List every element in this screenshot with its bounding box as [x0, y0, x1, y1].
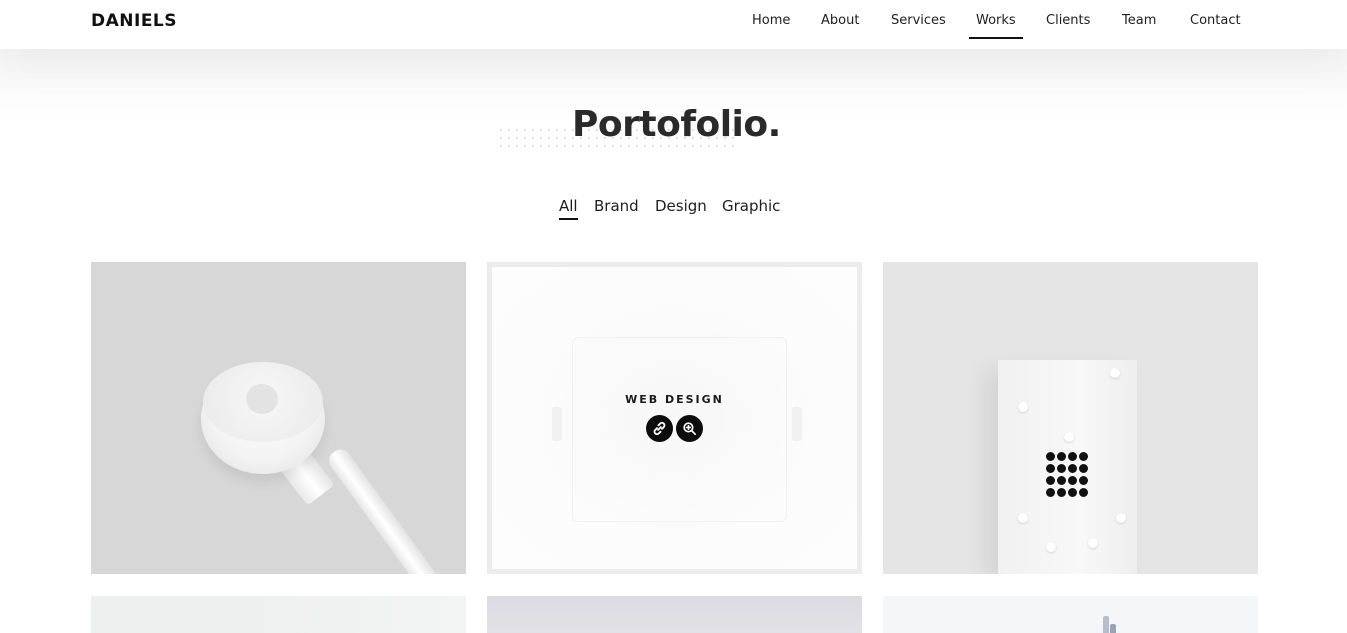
apple-logo-image — [246, 384, 278, 414]
filter-design[interactable]: Design — [655, 197, 707, 215]
portfolio-item-business-card[interactable] — [883, 262, 1258, 574]
portfolio-item-charger[interactable] — [91, 262, 466, 574]
dot-grid-logo — [1046, 452, 1090, 500]
nav-item-clients[interactable]: Clients — [1046, 13, 1090, 28]
filter-graphic[interactable]: Graphic — [722, 197, 780, 215]
open-link-button[interactable] — [646, 415, 673, 442]
embossed-dot — [1018, 513, 1028, 523]
embossed-dot — [1088, 538, 1098, 548]
portfolio-item-web-design[interactable]: WEB DESIGN — [487, 262, 862, 574]
portfolio-image — [241, 596, 466, 633]
embossed-dot — [1110, 368, 1120, 378]
section-heading: Portofolio. — [497, 104, 797, 154]
zoom-icon — [683, 422, 697, 436]
portfolio-hover-overlay — [492, 267, 857, 569]
faded-product-detail — [792, 407, 802, 441]
filter-brand[interactable]: Brand — [594, 197, 639, 215]
portfolio-item-5[interactable] — [487, 596, 862, 633]
portfolio-item-6[interactable] — [883, 596, 1258, 633]
nav-item-home[interactable]: Home — [752, 13, 790, 28]
nav-item-about[interactable]: About — [821, 13, 859, 28]
embossed-dot — [1018, 402, 1028, 412]
filter-all[interactable]: All — [559, 197, 578, 220]
portfolio-filter-bar: All Brand Design Graphic — [0, 197, 1347, 223]
nav-item-team[interactable]: Team — [1122, 13, 1156, 28]
embossed-dot — [1116, 513, 1126, 523]
embossed-dot — [1064, 432, 1074, 442]
top-navbar: DANIELS Home About Services Works Client… — [0, 0, 1347, 49]
portfolio-image — [1103, 616, 1109, 633]
business-card-image — [998, 360, 1137, 574]
embossed-dot — [1046, 542, 1056, 552]
portfolio-image — [487, 596, 862, 633]
faded-product-detail — [552, 407, 562, 441]
portfolio-item-caption: WEB DESIGN — [625, 393, 724, 406]
nav-item-contact[interactable]: Contact — [1190, 13, 1241, 28]
nav-item-services[interactable]: Services — [891, 13, 946, 28]
portfolio-image — [1110, 624, 1116, 633]
charger-cable-image — [325, 445, 443, 574]
portfolio-item-4[interactable] — [91, 596, 466, 633]
main-nav: Home About Services Works Clients Team C… — [0, 0, 1347, 49]
nav-item-works[interactable]: Works — [969, 13, 1023, 39]
link-icon — [653, 421, 666, 436]
zoom-button[interactable] — [676, 415, 703, 442]
page-title: Portofolio. — [572, 104, 781, 145]
